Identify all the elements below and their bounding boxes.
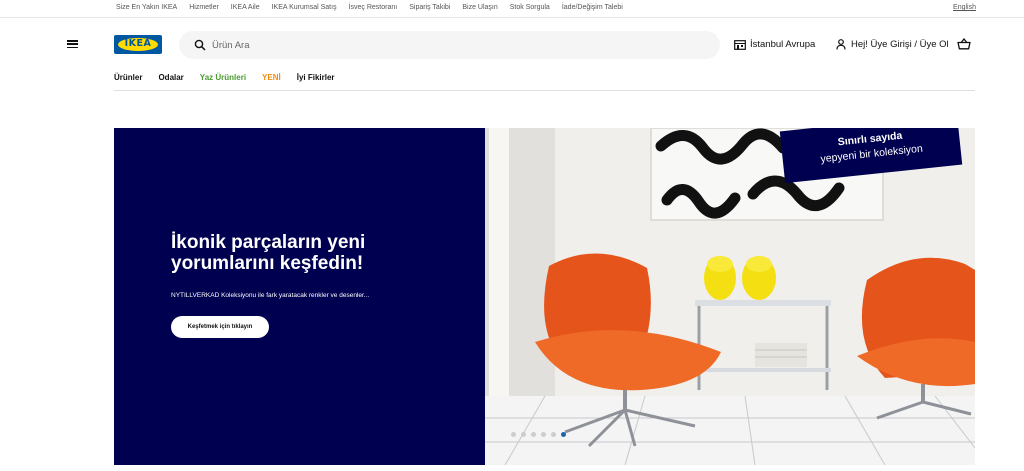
search-bar[interactable] — [179, 31, 720, 59]
logo-text: IKEA — [124, 38, 152, 49]
nav-item-new[interactable]: YENİ — [262, 73, 281, 82]
nav-item-summer[interactable]: Yaz Ürünleri — [200, 73, 246, 82]
store-icon — [734, 39, 746, 50]
main-nav: Ürünler Odalar Yaz Ürünleri YENİ İyi Fik… — [114, 73, 335, 82]
utility-link-services[interactable]: Hizmetler — [189, 4, 219, 11]
language-switch[interactable]: English — [953, 4, 976, 11]
user-icon — [836, 39, 846, 50]
hero-headline-line1: İkonik parçaların yeni — [171, 232, 366, 253]
utility-link-stock[interactable]: Stok Sorgula — [510, 4, 550, 11]
ikea-logo[interactable]: IKEA — [114, 35, 162, 54]
carousel-dot[interactable] — [551, 432, 556, 437]
menu-icon[interactable] — [67, 40, 78, 49]
hero-image[interactable] — [485, 128, 975, 465]
top-utility-bar: Size En Yakın IKEA Hizmetler IKEA Aile I… — [0, 0, 1024, 18]
utility-link-order-tracking[interactable]: Sipariş Takibi — [409, 4, 450, 11]
carousel-dot-active[interactable] — [561, 432, 566, 437]
carousel-indicator — [511, 432, 566, 437]
hero-subtext: NYTILLVERKAD Koleksiyonu ile fark yarata… — [171, 292, 370, 299]
utility-link-family[interactable]: IKEA Aile — [231, 4, 260, 11]
hero-text-panel: İkonik parçaların yeni yorumlarını keşfe… — [114, 128, 485, 465]
store-label: İstanbul Avrupa — [750, 39, 816, 50]
nav-divider — [114, 90, 975, 91]
hero-banner: İkonik parçaların yeni yorumlarını keşfe… — [114, 128, 975, 465]
search-input[interactable] — [212, 36, 692, 54]
utility-link-business[interactable]: IKEA Kurumsal Satış — [272, 4, 337, 11]
store-selector[interactable]: İstanbul Avrupa — [734, 39, 815, 50]
carousel-dot[interactable] — [511, 432, 516, 437]
nav-item-products[interactable]: Ürünler — [114, 73, 142, 82]
carousel-dot[interactable] — [541, 432, 546, 437]
utility-link-nearest-store[interactable]: Size En Yakın IKEA — [116, 4, 177, 11]
cart-icon[interactable] — [957, 38, 971, 50]
hero-headline: İkonik parçaların yeni yorumlarını keşfe… — [171, 232, 471, 274]
search-icon — [194, 39, 206, 51]
login-label: Hej! Üye Girişi / Üye Ol — [851, 39, 949, 50]
login-link[interactable]: Hej! Üye Girişi / Üye Ol — [836, 39, 949, 50]
utility-link-returns[interactable]: İade/Değişim Talebi — [562, 4, 623, 11]
explore-button[interactable]: Keşfetmek için tıklayın — [171, 316, 269, 338]
hero-headline-line2: yorumlarını keşfedin! — [171, 253, 364, 274]
nav-item-ideas[interactable]: İyi Fikirler — [297, 73, 335, 82]
main-header: IKEA İstanbul Avrupa Hej! Üye Girişi / Ü… — [0, 26, 1024, 64]
carousel-dot[interactable] — [531, 432, 536, 437]
utility-link-contact[interactable]: Bize Ulaşın — [462, 4, 497, 11]
nav-item-rooms[interactable]: Odalar — [158, 73, 183, 82]
utility-links: Size En Yakın IKEA Hizmetler IKEA Aile I… — [116, 4, 623, 11]
utility-link-restaurant[interactable]: İsveç Restoranı — [349, 4, 398, 11]
carousel-dot[interactable] — [521, 432, 526, 437]
